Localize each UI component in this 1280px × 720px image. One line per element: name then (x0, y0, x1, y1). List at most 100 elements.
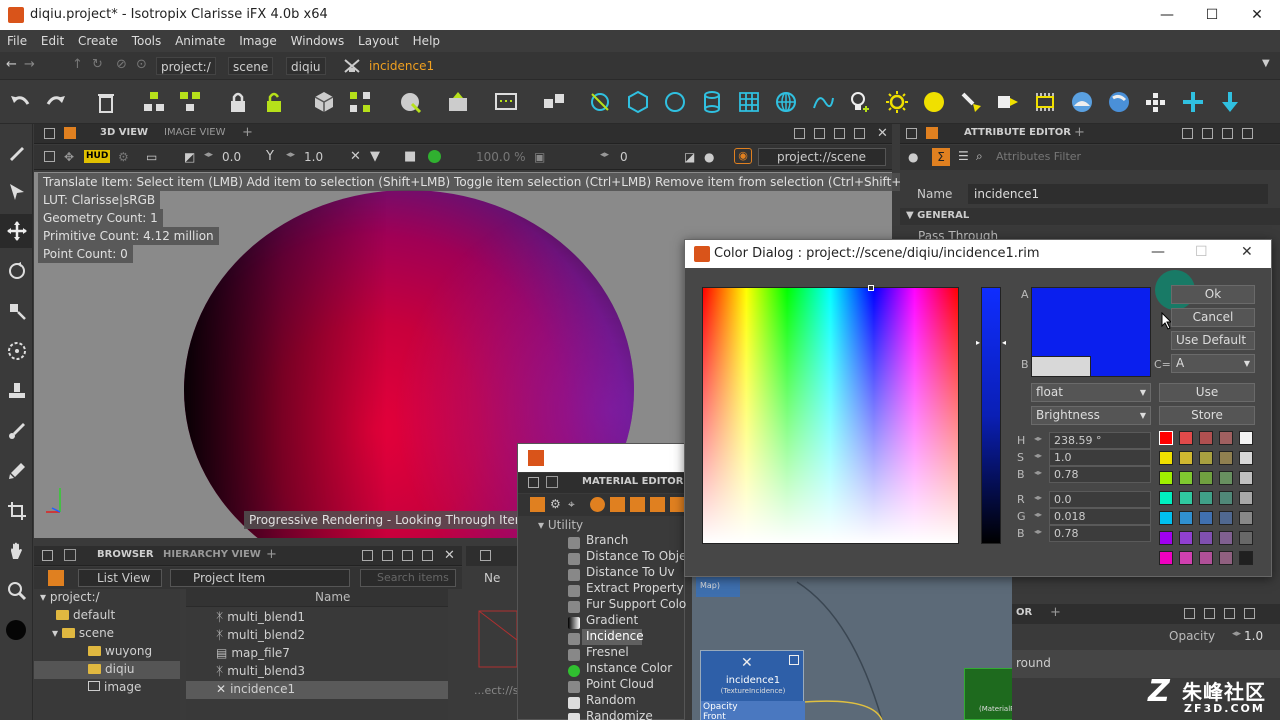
particles-icon[interactable] (1144, 90, 1168, 114)
port-front[interactable]: Front (703, 712, 726, 720)
s-stepper-icon[interactable]: ◂▸ (1034, 451, 1042, 460)
r-field[interactable]: 0.0 (1049, 491, 1151, 508)
color-swatch[interactable] (1179, 551, 1193, 565)
color-swatch[interactable] (1239, 451, 1253, 465)
color-swatch[interactable] (1159, 511, 1173, 525)
mat-item-distance-obj[interactable]: Distance To Obje (586, 549, 687, 563)
pivot-tool-icon[interactable] (7, 341, 27, 361)
panel-maximize-icon[interactable] (854, 128, 865, 139)
mat-item-extract-property[interactable]: Extract Property (586, 581, 684, 595)
sphere-primitive-icon[interactable] (663, 90, 687, 114)
material-tool-2-icon[interactable]: ⚙ (550, 497, 561, 511)
mat-item-instance-color[interactable]: Instance Color (586, 661, 672, 675)
project-item-filter[interactable]: Project Item (170, 569, 350, 587)
panel-lock-icon[interactable] (44, 128, 55, 139)
color-swatch[interactable] (1219, 471, 1233, 485)
browser-menu-icon[interactable] (64, 549, 76, 561)
crop-tool-icon[interactable] (7, 501, 27, 521)
add-tab-button[interactable]: + (242, 125, 253, 140)
render-enabled-icon[interactable] (428, 150, 441, 163)
tab-browser[interactable]: BROWSER (97, 549, 154, 560)
path-scene[interactable]: scene (228, 57, 274, 75)
attr-grid-icon[interactable] (1182, 128, 1193, 139)
snap-icon[interactable]: ✕ (350, 149, 361, 164)
list-item[interactable]: ᛡ multi_blend3 (216, 664, 305, 678)
color-swatch[interactable] (1179, 511, 1193, 525)
up-arrow-icon[interactable]: ↑ (72, 57, 83, 72)
partial-lock-icon[interactable] (480, 550, 491, 561)
attr-list-icon[interactable]: ☰ (958, 149, 969, 163)
path-project[interactable]: project:/ (156, 57, 216, 75)
g-field[interactable]: 0.018 (1049, 508, 1151, 525)
menu-file[interactable]: File (2, 30, 32, 52)
frame-value[interactable]: 0 (620, 150, 628, 164)
look-through-icon[interactable]: ◪ (684, 150, 695, 164)
browser-view-icon[interactable] (48, 570, 64, 586)
color-swatch[interactable] (1199, 431, 1213, 445)
attr-search-icon[interactable]: ⌕ (976, 149, 983, 164)
grid-primitive-icon[interactable] (737, 90, 761, 114)
shading-mode-icon[interactable]: ⚙ (118, 150, 129, 164)
color-swatch[interactable] (1159, 531, 1173, 545)
brightness-slider[interactable] (981, 287, 1001, 544)
scatter-icon[interactable] (348, 90, 372, 114)
brush-tool-icon[interactable] (7, 461, 27, 481)
color-swatch[interactable] (1239, 431, 1253, 445)
color-swatch[interactable] (1219, 511, 1233, 525)
look-through-select[interactable]: project://scene (758, 148, 886, 166)
browser-split-icon[interactable] (402, 550, 413, 561)
search-items-input[interactable]: Search items (360, 569, 456, 587)
gamma-icon[interactable]: Y (266, 149, 274, 164)
color-swatch[interactable] (1239, 491, 1253, 505)
refresh-icon[interactable]: ↻ (92, 57, 103, 72)
camera-icon[interactable]: ■ (404, 149, 416, 164)
tab-material-editor[interactable]: MATERIAL EDITOR (582, 476, 683, 487)
h-field[interactable]: 238.59 ° (1049, 432, 1151, 449)
attr-max-icon[interactable] (1242, 128, 1253, 139)
filter-icon[interactable]: ▼ (370, 149, 380, 164)
mat-item-incidence[interactable]: Incidence (586, 629, 644, 643)
delete-icon[interactable] (94, 90, 118, 114)
b-stepper-icon[interactable]: ◂▸ (1034, 468, 1042, 477)
color-swatch[interactable] (1219, 551, 1233, 565)
lower-max-icon[interactable] (1244, 608, 1255, 619)
menu-edit[interactable]: Edit (36, 30, 69, 52)
box-primitive-icon[interactable] (626, 90, 650, 114)
rotate-tool-icon[interactable] (7, 261, 27, 281)
lower-layout-icon[interactable] (1204, 608, 1215, 619)
color-swatch[interactable] (1179, 431, 1193, 445)
viewport-move-icon[interactable]: ✥ (64, 150, 74, 164)
color-swatch[interactable] (1179, 491, 1193, 505)
color-swatch[interactable] (1199, 511, 1213, 525)
slider-right-marker-icon[interactable]: ◂ (1002, 338, 1006, 347)
color-swatch[interactable] (1219, 491, 1233, 505)
node-menu-icon[interactable] (789, 655, 799, 665)
color-swatch[interactable] (1239, 511, 1253, 525)
slider-left-marker-icon[interactable]: ▸ (976, 338, 980, 347)
frame-stepper-icon[interactable]: ◂▸ (600, 150, 609, 160)
color-swatch[interactable] (1219, 431, 1233, 445)
port-opacity[interactable]: Opacity (703, 702, 738, 712)
material-texture-icon[interactable] (610, 497, 625, 512)
panel-split-icon[interactable] (834, 128, 845, 139)
export-icon[interactable] (446, 90, 470, 114)
scale-tool-icon[interactable] (7, 301, 27, 321)
color-swatch[interactable] (1219, 451, 1233, 465)
back-arrow-icon[interactable]: ← (6, 57, 17, 72)
tab-image-view[interactable]: IMAGE VIEW (164, 127, 225, 138)
mat-item-gradient[interactable]: Gradient (586, 613, 638, 627)
path-incidence[interactable]: incidence1 (369, 59, 434, 73)
color-swatch[interactable] (1239, 551, 1253, 565)
zoom-value[interactable]: 100.0 % (476, 150, 526, 164)
point-light-icon[interactable] (848, 90, 872, 114)
mat-item-point-cloud[interactable]: Point Cloud (586, 677, 654, 691)
h-stepper-icon[interactable]: ◂▸ (1034, 434, 1042, 443)
hand-tool-icon[interactable] (7, 541, 27, 561)
browser-max-icon[interactable] (422, 550, 433, 561)
paint-tool-icon[interactable] (7, 421, 27, 441)
mat-item-distance-uv[interactable]: Distance To Uv (586, 565, 675, 579)
color-swatch[interactable] (1179, 451, 1193, 465)
store-button[interactable]: Store (1159, 406, 1255, 425)
path-diqiu[interactable]: diqiu (286, 57, 326, 75)
select-tool-icon[interactable] (7, 182, 27, 202)
